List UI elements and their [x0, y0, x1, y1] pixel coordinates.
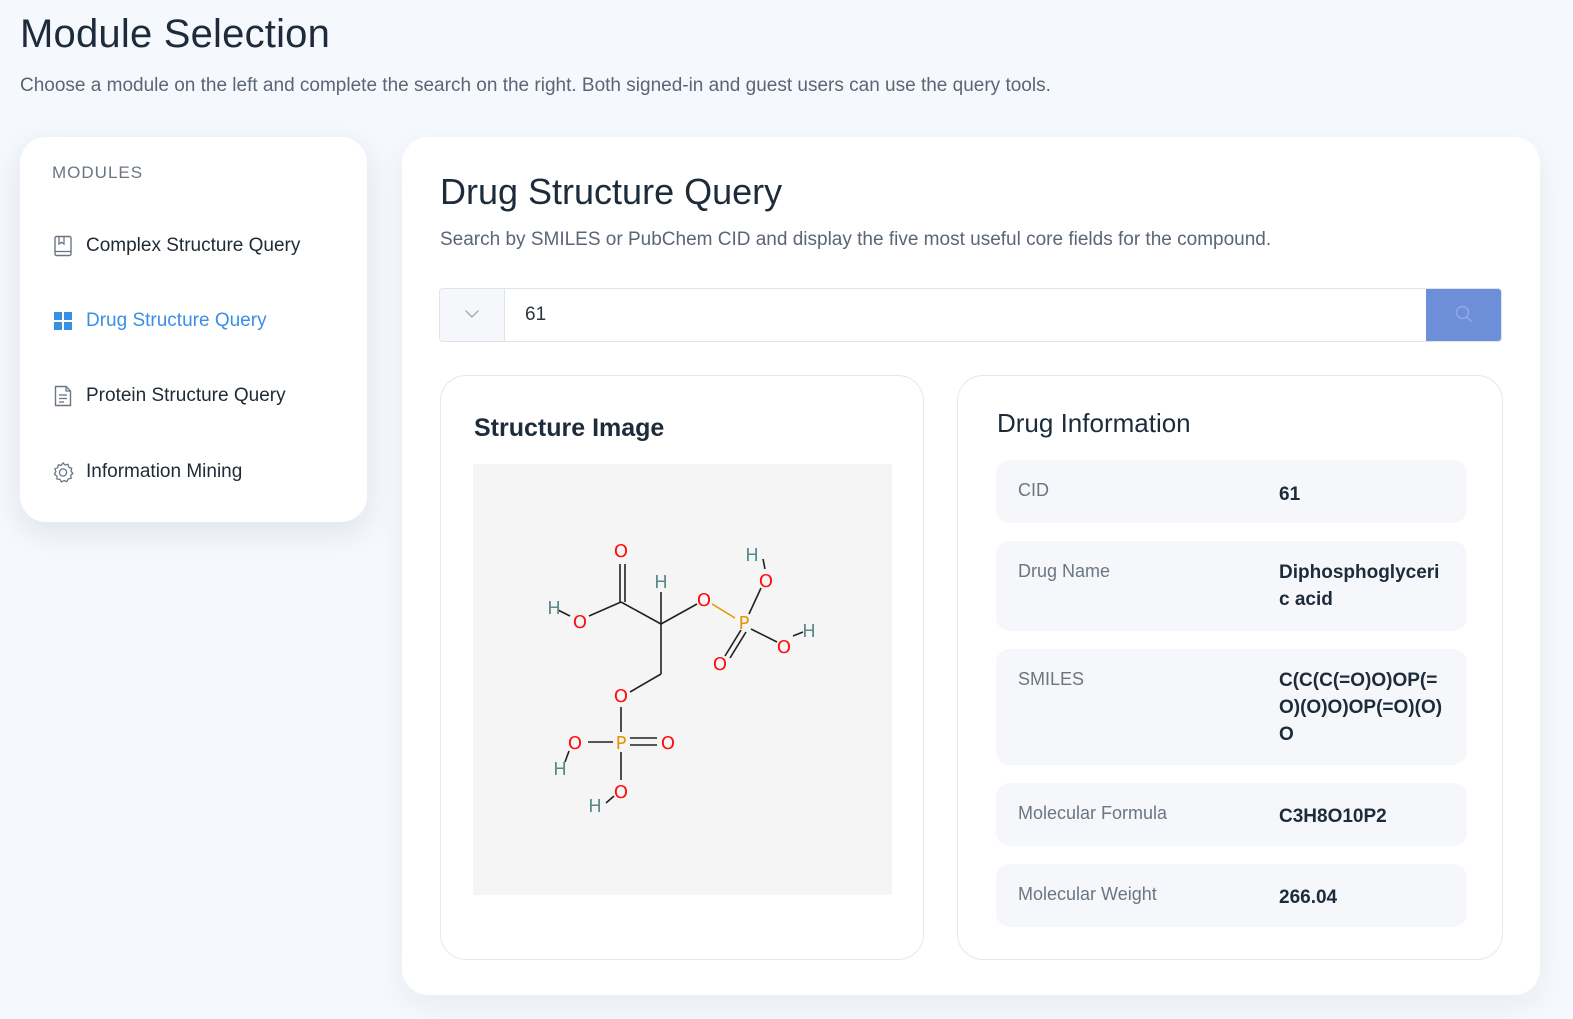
atom-label: O — [568, 733, 582, 754]
main-subtitle: Search by SMILES or PubChem CID and disp… — [440, 229, 1272, 250]
atom-label: P — [739, 613, 750, 634]
atom-label: H — [553, 759, 567, 780]
chevron-down-icon — [464, 306, 480, 324]
book-icon — [52, 235, 74, 257]
info-row-smiles: SMILES C(C(C(=O)O)OP(=O)(O)O)OP(=O)(O)O — [996, 649, 1467, 765]
atom-label: H — [745, 545, 759, 566]
info-value: C(C(C(=O)O)OP(=O)(O)O)OP(=O)(O)O — [1279, 670, 1443, 745]
info-row-drug-name: Drug Name Diphosphoglyceric acid — [996, 541, 1467, 631]
sidebar-item-protein-structure-query[interactable]: Protein Structure Query — [52, 381, 286, 411]
atom-label: O — [573, 612, 587, 633]
sidebar-item-label: Information Mining — [86, 461, 243, 482]
info-label: Molecular Weight — [1018, 884, 1157, 904]
atom-label: H — [654, 572, 668, 593]
atom-label: P — [616, 733, 627, 754]
page-title: Module Selection — [20, 12, 331, 56]
page-subtitle: Choose a module on the left and complete… — [20, 75, 1051, 96]
drug-info-heading: Drug Information — [997, 408, 1191, 438]
molecule-drawing: O H H O O H O P O H O O O P O H O H — [547, 541, 816, 817]
sidebar-heading: MODULES — [52, 163, 144, 182]
search-bar — [439, 288, 1502, 342]
info-row-molecular-weight: Molecular Weight 266.04 — [996, 864, 1467, 927]
structure-heading: Structure Image — [474, 414, 665, 442]
drug-info-card: Drug Information CID 61 Drug Name Diphos… — [957, 375, 1503, 960]
main-title: Drug Structure Query — [440, 171, 783, 212]
atom-labels: O H H O O H O P O H O O O P O H O H — [547, 541, 816, 817]
search-input[interactable] — [505, 289, 1426, 341]
atom-label: O — [777, 637, 791, 658]
info-label: Molecular Formula — [1018, 803, 1168, 823]
atom-label: H — [802, 621, 816, 642]
sidebar-item-label: Complex Structure Query — [86, 235, 301, 256]
atom-label: H — [588, 796, 602, 817]
info-value: Diphosphoglyceric acid — [1279, 562, 1440, 610]
atom-label: O — [661, 733, 675, 754]
atom-label: O — [614, 686, 628, 707]
info-value: C3H8O10P2 — [1279, 806, 1387, 827]
main-panel: Drug Structure Query Search by SMILES or… — [402, 137, 1540, 995]
document-icon — [52, 385, 74, 407]
sidebar-item-complex-structure-query[interactable]: Complex Structure Query — [52, 231, 300, 261]
sidebar-item-label: Protein Structure Query — [86, 385, 286, 406]
gear-icon — [52, 461, 74, 483]
atom-label: O — [614, 782, 628, 803]
sidebar-item-drug-structure-query[interactable]: Drug Structure Query — [52, 306, 267, 336]
atom-label: O — [614, 541, 628, 562]
info-value: 61 — [1279, 484, 1301, 505]
atom-label: O — [697, 590, 711, 611]
atom-label: O — [713, 654, 727, 675]
info-label: Drug Name — [1018, 561, 1111, 581]
search-type-select[interactable] — [440, 289, 505, 341]
info-row-molecular-formula: Molecular Formula C3H8O10P2 — [996, 783, 1467, 846]
structure-image: O H H O O H O P O H O O O P O H O H — [473, 464, 892, 895]
sidebar-item-information-mining[interactable]: Information Mining — [52, 457, 242, 487]
search-button[interactable] — [1426, 289, 1501, 341]
info-label: CID — [1018, 480, 1049, 500]
sidebar-item-label: Drug Structure Query — [86, 310, 267, 331]
structure-card: Structure Image O H H O O H O P O H O O … — [440, 375, 924, 960]
info-value: 266.04 — [1279, 887, 1338, 908]
info-label: SMILES — [1018, 669, 1085, 689]
atom-label: O — [759, 571, 773, 592]
search-icon — [1454, 304, 1474, 327]
grid-icon — [52, 310, 74, 332]
sidebar: MODULES Complex Structure Query Drug Str… — [20, 137, 367, 522]
atom-label: H — [547, 598, 561, 619]
info-row-cid: CID 61 — [996, 460, 1467, 523]
